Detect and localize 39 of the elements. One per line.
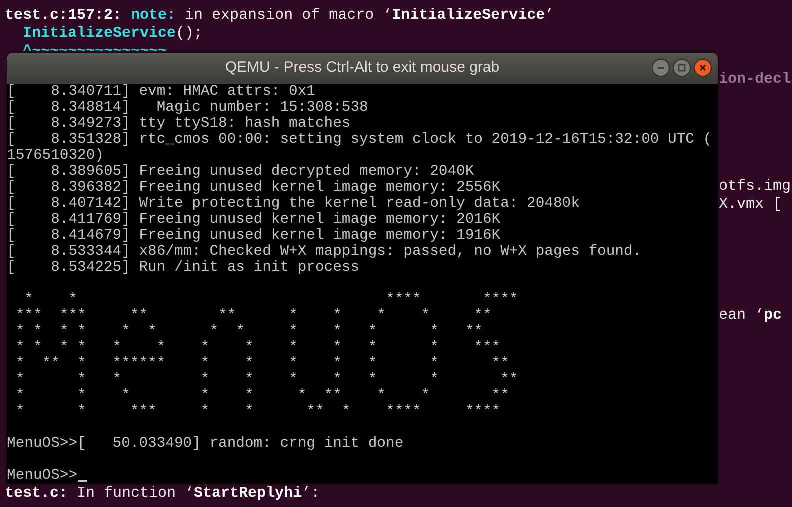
- log-line: [ 8.414679] Freeing unused kernel image memory: 1916K: [7, 228, 501, 244]
- log-line: [ 8.407142] Write protecting the kernel read-only data: 20480k: [7, 196, 580, 212]
- file-location: test.c:: [5, 485, 68, 502]
- message-text: ();: [176, 25, 204, 42]
- log-line: 1576510320): [7, 148, 104, 164]
- prompt-line: MenuOS>>: [7, 468, 78, 484]
- log-line: [ 8.396382] Freeing unused kernel image memory: 2556K: [7, 180, 501, 196]
- log-line: [ 8.351328] rtc_cmos 00:00: setting system clock to 2019-12-16T15:32:00 UTC (: [7, 132, 712, 148]
- message-text: ’:: [302, 485, 320, 502]
- log-line: [ 8.340711] evm: HMAC attrs: 0x1: [7, 84, 316, 100]
- text-cursor: [78, 480, 87, 482]
- identifier-text: pc: [764, 307, 782, 324]
- log-line: [ 8.349273] tty ttyS18: hash matches: [7, 116, 351, 132]
- message-text: in expansion of macro ‘: [184, 7, 392, 24]
- close-button[interactable]: [694, 59, 712, 77]
- ascii-art-text: * * **** **** *** *** ** ** * * * * ** * * * * * * * * * * * * ** * * * * * * * * * * * * *** * ** * ****** * * * * * * ** * * * * * * * * * ** * * * * * * ** * * ** * * *** * * ** * **** ****: [14, 292, 518, 420]
- log-line: [ 8.533344] x86/mm: Checked W+X mappings: passed, no W+X pages found.: [7, 244, 642, 260]
- message-text: ean ‘: [719, 307, 764, 324]
- message-text: ’: [545, 7, 554, 24]
- text-fragment: ion-decl: [719, 71, 792, 88]
- caret-marker: ^~~~~~~~~~~~~~~~: [22, 43, 168, 60]
- maximize-icon: [677, 63, 687, 73]
- message-text: In function ‘: [76, 485, 194, 502]
- log-line: [ 8.348814] Magic number: 15:308:538: [7, 100, 368, 116]
- minimize-button[interactable]: [652, 59, 670, 77]
- file-location: test.c:157:2:: [5, 7, 122, 24]
- code-text: InitializeService: [22, 25, 176, 42]
- note-label: note:: [130, 7, 176, 24]
- identifier-text: StartReplyhi: [194, 485, 302, 502]
- prompt-line: MenuOS>>[ 50.033490] random: crng init done: [7, 436, 404, 452]
- identifier-text: InitializeService: [392, 7, 546, 24]
- log-line: [ 8.534225] Run /init as init process: [7, 260, 360, 276]
- maximize-button[interactable]: [673, 59, 691, 77]
- message-text: otfs.img: [719, 178, 792, 195]
- window-title: QEMU - Press Ctrl-Alt to exit mouse grab: [225, 58, 500, 78]
- log-line: [ 8.389605] Freeing unused decrypted memory: 2040K: [7, 164, 474, 180]
- log-line: [ 8.411769] Freeing unused kernel image memory: 2016K: [7, 212, 501, 228]
- close-icon: [698, 63, 708, 73]
- message-text: X.vmx [: [719, 196, 782, 213]
